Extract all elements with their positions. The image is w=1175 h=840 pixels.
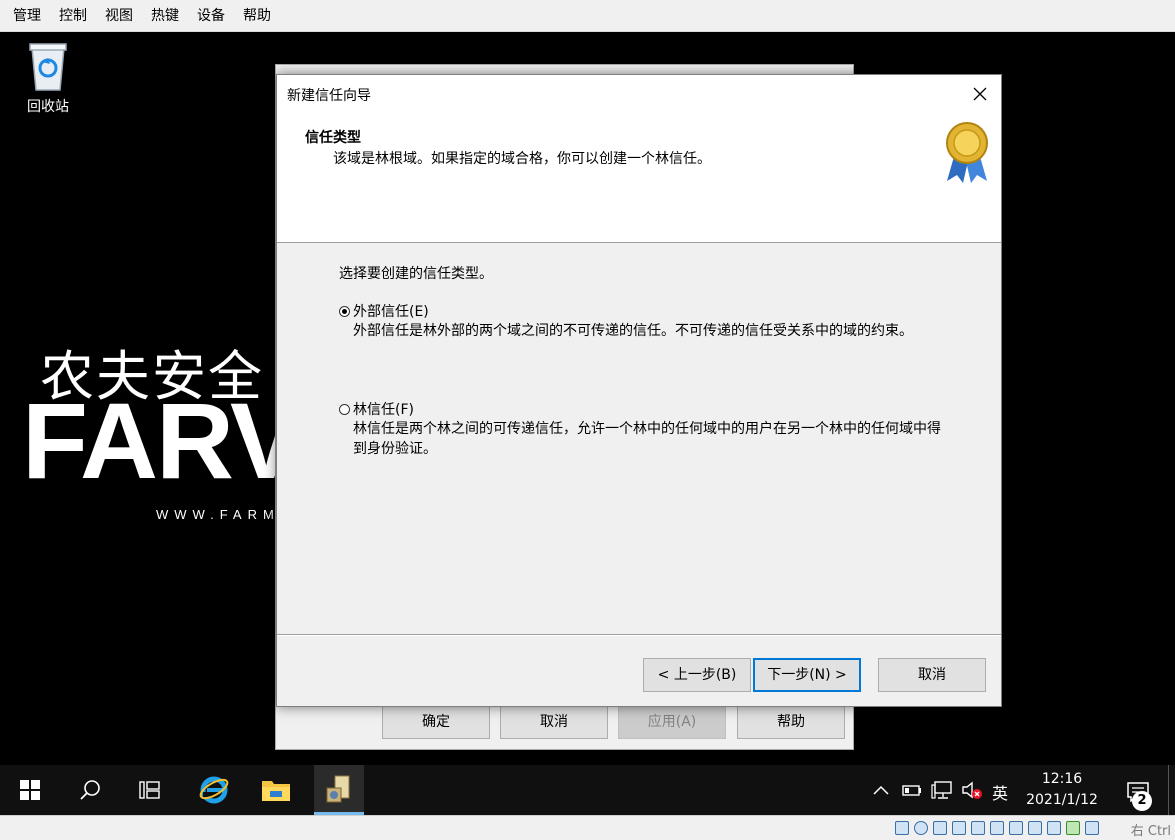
wallpaper-brand-url: WWW.FARM	[156, 507, 280, 522]
ok-button[interactable]: 确定	[382, 706, 490, 739]
certificate-medal-icon	[946, 122, 988, 183]
ime-indicator[interactable]: 英	[992, 780, 1008, 804]
taskbar-file-explorer[interactable]	[252, 765, 300, 815]
ad-domains-trusts-icon	[326, 775, 350, 802]
taskbar-internet-explorer[interactable]	[190, 765, 238, 815]
close-button[interactable]	[967, 81, 993, 107]
start-button[interactable]	[6, 765, 54, 815]
show-desktop-button[interactable]	[1168, 765, 1175, 815]
windows-logo-icon	[20, 780, 40, 800]
wizard-separator	[277, 634, 1001, 636]
video-capture-icon[interactable]	[1028, 821, 1042, 835]
recycle-bin[interactable]: 回收站	[14, 40, 82, 116]
forest-trust-label: 林信任(F)	[353, 402, 414, 418]
mouse-integration-icon[interactable]	[1085, 821, 1099, 835]
taskbar-ad-domains-trusts[interactable]	[314, 765, 364, 815]
option-forest-trust: 林信任(F) 林信任是两个林之间的可传递信任，允许一个林中的任何域中的用户在另一…	[339, 399, 949, 459]
wallpaper-brand-en: FARV	[22, 380, 302, 501]
wizard-header: 信任类型 该域是林根域。如果指定的域合格，你可以创建一个林信任。	[277, 113, 1001, 243]
vbox-menubar: 管理 控制 视图 热键 设备 帮助	[0, 0, 1175, 32]
clock[interactable]: 12:16 2021/1/12	[1020, 769, 1104, 811]
wizard-subheading: 该域是林根域。如果指定的域合格，你可以创建一个林信任。	[333, 151, 711, 167]
internet-explorer-icon	[199, 776, 229, 804]
menu-help[interactable]: 帮助	[234, 0, 280, 32]
apply-button[interactable]: 应用(A)	[618, 706, 726, 739]
usb-icon[interactable]	[971, 821, 985, 835]
menu-view[interactable]: 视图	[96, 0, 142, 32]
external-trust-label: 外部信任(E)	[353, 304, 429, 320]
menu-devices[interactable]: 设备	[188, 0, 234, 32]
menu-manage[interactable]: 管理	[4, 0, 50, 32]
chevron-up-icon	[873, 785, 889, 795]
network-icon	[931, 781, 952, 799]
wizard-cancel-button[interactable]: 取消	[878, 658, 986, 692]
forest-trust-description: 林信任是两个林之间的可传递信任，允许一个林中的任何域中的用户在另一个林中的任何域…	[353, 421, 941, 457]
vbox-statusbar: 右 Ctrl	[0, 815, 1175, 840]
shared-folders-icon[interactable]	[990, 821, 1004, 835]
removable-device-tray[interactable]	[900, 779, 924, 801]
new-trust-wizard: 新建信任向导 信任类型 该域是林根域。如果指定的域合格，你可以创建一个林信任。 …	[276, 74, 1002, 707]
speaker-muted-icon	[962, 781, 982, 799]
action-center-button[interactable]: 2	[1118, 777, 1158, 811]
network-adapter-icon[interactable]	[952, 821, 966, 835]
recycle-bin-icon	[29, 43, 67, 91]
notification-count-badge: 2	[1132, 791, 1152, 811]
wizard-title: 新建信任向导	[287, 88, 371, 104]
wizard-heading: 信任类型	[305, 130, 361, 146]
clock-time: 12:16	[1041, 771, 1083, 787]
guest-additions-icon[interactable]	[1066, 821, 1080, 835]
hard-disk-icon[interactable]	[895, 821, 909, 835]
task-view-icon	[139, 781, 160, 799]
radio-checked-icon	[339, 305, 350, 317]
search-icon	[80, 780, 100, 800]
radio-external-trust[interactable]: 外部信任(E)	[339, 301, 949, 321]
wizard-titlebar[interactable]: 新建信任向导	[277, 75, 1001, 113]
display-icon[interactable]	[1009, 821, 1023, 835]
radio-forest-trust[interactable]: 林信任(F)	[339, 399, 949, 419]
help-button[interactable]: 帮助	[737, 706, 845, 739]
radio-unchecked-icon	[339, 403, 350, 415]
wizard-prompt: 选择要创建的信任类型。	[339, 266, 493, 282]
recycle-bin-label: 回收站	[27, 99, 69, 115]
virtualization-icon[interactable]	[1047, 821, 1061, 835]
task-view-button[interactable]	[126, 765, 174, 815]
audio-icon[interactable]	[933, 821, 947, 835]
show-hidden-icons-button[interactable]	[870, 779, 892, 801]
optical-drive-icon[interactable]	[914, 821, 928, 835]
taskbar: 英 12:16 2021/1/12 2	[0, 765, 1175, 815]
network-tray[interactable]	[930, 779, 954, 801]
search-button[interactable]	[66, 765, 114, 815]
menu-control[interactable]: 控制	[50, 0, 96, 32]
back-button[interactable]: < 上一步(B)	[643, 658, 751, 692]
clock-date: 2021/1/12	[1026, 792, 1098, 808]
cancel-button[interactable]: 取消	[500, 706, 608, 739]
next-button[interactable]: 下一步(N) >	[753, 658, 861, 692]
folder-icon	[262, 781, 290, 801]
external-trust-description: 外部信任是林外部的两个域之间的不可传递的信任。不可传递的信任受关系中的域的约束。	[353, 323, 913, 339]
option-external-trust: 外部信任(E) 外部信任是林外部的两个域之间的不可传递的信任。不可传递的信任受关…	[339, 301, 949, 341]
host-key-label: 右 Ctrl	[1130, 824, 1171, 839]
menu-hotkeys[interactable]: 热键	[142, 0, 188, 32]
volume-tray[interactable]	[960, 779, 984, 801]
usb-device-icon	[902, 785, 921, 796]
close-icon	[973, 87, 987, 101]
